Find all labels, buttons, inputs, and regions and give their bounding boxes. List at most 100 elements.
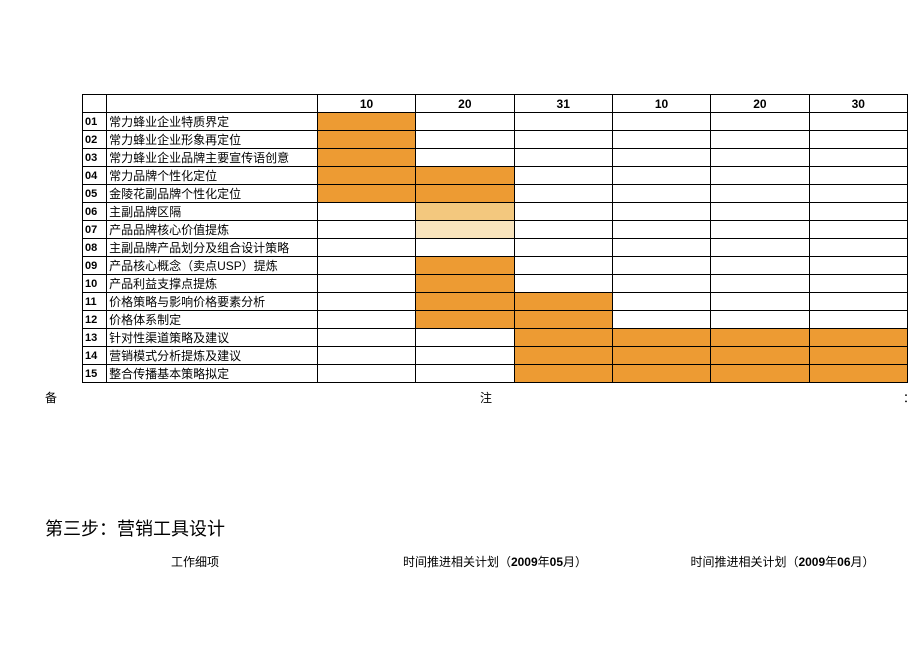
gantt-cell xyxy=(809,185,907,203)
gantt-cell xyxy=(514,311,612,329)
gantt-cell xyxy=(711,293,809,311)
notes-left: 备 xyxy=(45,389,57,406)
gantt-cell xyxy=(317,131,415,149)
notes-mid: 注 xyxy=(480,389,492,406)
gantt-cell xyxy=(809,257,907,275)
table-row: 02常力蜂业企业形象再定位 xyxy=(83,131,908,149)
row-number: 14 xyxy=(83,347,107,365)
sub-col-c: 时间推进相关计划（2009年06月） xyxy=(645,553,920,570)
row-number: 05 xyxy=(83,185,107,203)
gantt-cell xyxy=(711,131,809,149)
header-seg-2: 20 xyxy=(416,95,514,113)
gantt-cell xyxy=(514,149,612,167)
gantt-cell xyxy=(809,311,907,329)
notes-row: 备 注 ： xyxy=(45,389,915,405)
gantt-cell xyxy=(612,311,710,329)
gantt-cell xyxy=(612,167,710,185)
sub-b-pre: 时间推进相关计划（ xyxy=(403,555,511,569)
gantt-cell xyxy=(612,131,710,149)
gantt-cell xyxy=(514,329,612,347)
row-task: 针对性渠道策略及建议 xyxy=(107,329,318,347)
gantt-cell xyxy=(317,167,415,185)
gantt-cell xyxy=(317,185,415,203)
gantt-cell xyxy=(711,113,809,131)
gantt-cell xyxy=(514,239,612,257)
row-number: 08 xyxy=(83,239,107,257)
gantt-cell xyxy=(809,365,907,383)
gantt-cell xyxy=(514,293,612,311)
gantt-cell xyxy=(612,275,710,293)
gantt-cell xyxy=(416,221,514,239)
gantt-cell xyxy=(317,239,415,257)
gantt-cell xyxy=(317,329,415,347)
gantt-cell xyxy=(416,347,514,365)
sub-header-row: 工作细项 时间推进相关计划（2009年05月） 时间推进相关计划（2009年06… xyxy=(45,553,920,570)
row-number: 15 xyxy=(83,365,107,383)
gantt-header-row: 10 20 31 10 20 30 xyxy=(83,95,908,113)
row-number: 13 xyxy=(83,329,107,347)
header-seg-3: 31 xyxy=(514,95,612,113)
gantt-cell xyxy=(809,347,907,365)
sub-c-mid: 年 xyxy=(825,555,837,569)
header-seg-6: 30 xyxy=(809,95,907,113)
notes-right: ： xyxy=(903,389,915,406)
row-task: 营销模式分析提炼及建议 xyxy=(107,347,318,365)
sub-b-year: 2009 xyxy=(511,555,538,569)
table-row: 04常力品牌个性化定位 xyxy=(83,167,908,185)
row-number: 03 xyxy=(83,149,107,167)
gantt-cell xyxy=(416,185,514,203)
gantt-cell xyxy=(416,293,514,311)
gantt-cell xyxy=(612,293,710,311)
gantt-cell xyxy=(612,365,710,383)
gantt-cell xyxy=(711,221,809,239)
gantt-cell xyxy=(612,221,710,239)
row-number: 09 xyxy=(83,257,107,275)
gantt-cell xyxy=(612,239,710,257)
gantt-cell xyxy=(612,347,710,365)
table-row: 09产品核心概念（卖点USP）提炼 xyxy=(83,257,908,275)
row-task: 金陵花副品牌个性化定位 xyxy=(107,185,318,203)
gantt-cell xyxy=(809,203,907,221)
gantt-cell xyxy=(514,365,612,383)
row-number: 11 xyxy=(83,293,107,311)
table-row: 08主副品牌产品划分及组合设计策略 xyxy=(83,239,908,257)
table-row: 12价格体系制定 xyxy=(83,311,908,329)
gantt-cell xyxy=(612,257,710,275)
header-blank-task xyxy=(107,95,318,113)
gantt-cell xyxy=(809,149,907,167)
sub-b-post: 月） xyxy=(563,555,587,569)
table-row: 06主副品牌区隔 xyxy=(83,203,908,221)
sub-c-post: 月） xyxy=(851,555,875,569)
sub-col-b: 时间推进相关计划（2009年05月） xyxy=(345,553,645,570)
table-row: 15整合传播基本策略拟定 xyxy=(83,365,908,383)
table-row: 10产品利益支撑点提炼 xyxy=(83,275,908,293)
gantt-cell xyxy=(416,257,514,275)
gantt-cell xyxy=(711,347,809,365)
gantt-cell xyxy=(711,185,809,203)
gantt-cell xyxy=(317,203,415,221)
gantt-cell xyxy=(711,329,809,347)
header-seg-1: 10 xyxy=(317,95,415,113)
row-number: 06 xyxy=(83,203,107,221)
table-row: 07产品品牌核心价值提炼 xyxy=(83,221,908,239)
row-number: 04 xyxy=(83,167,107,185)
gantt-cell xyxy=(416,203,514,221)
gantt-cell xyxy=(514,203,612,221)
sub-b-month: 05 xyxy=(550,555,563,569)
gantt-cell xyxy=(612,149,710,167)
table-row: 13针对性渠道策略及建议 xyxy=(83,329,908,347)
gantt-cell xyxy=(612,203,710,221)
gantt-cell xyxy=(514,257,612,275)
gantt-cell xyxy=(416,149,514,167)
gantt-cell xyxy=(612,113,710,131)
step-title: 第三步：营销工具设计 xyxy=(45,515,920,541)
gantt-cell xyxy=(711,311,809,329)
gantt-cell xyxy=(416,329,514,347)
row-number: 07 xyxy=(83,221,107,239)
gantt-cell xyxy=(416,311,514,329)
gantt-cell xyxy=(809,275,907,293)
gantt-cell xyxy=(612,329,710,347)
row-task: 整合传播基本策略拟定 xyxy=(107,365,318,383)
header-seg-4: 10 xyxy=(612,95,710,113)
gantt-cell xyxy=(317,257,415,275)
